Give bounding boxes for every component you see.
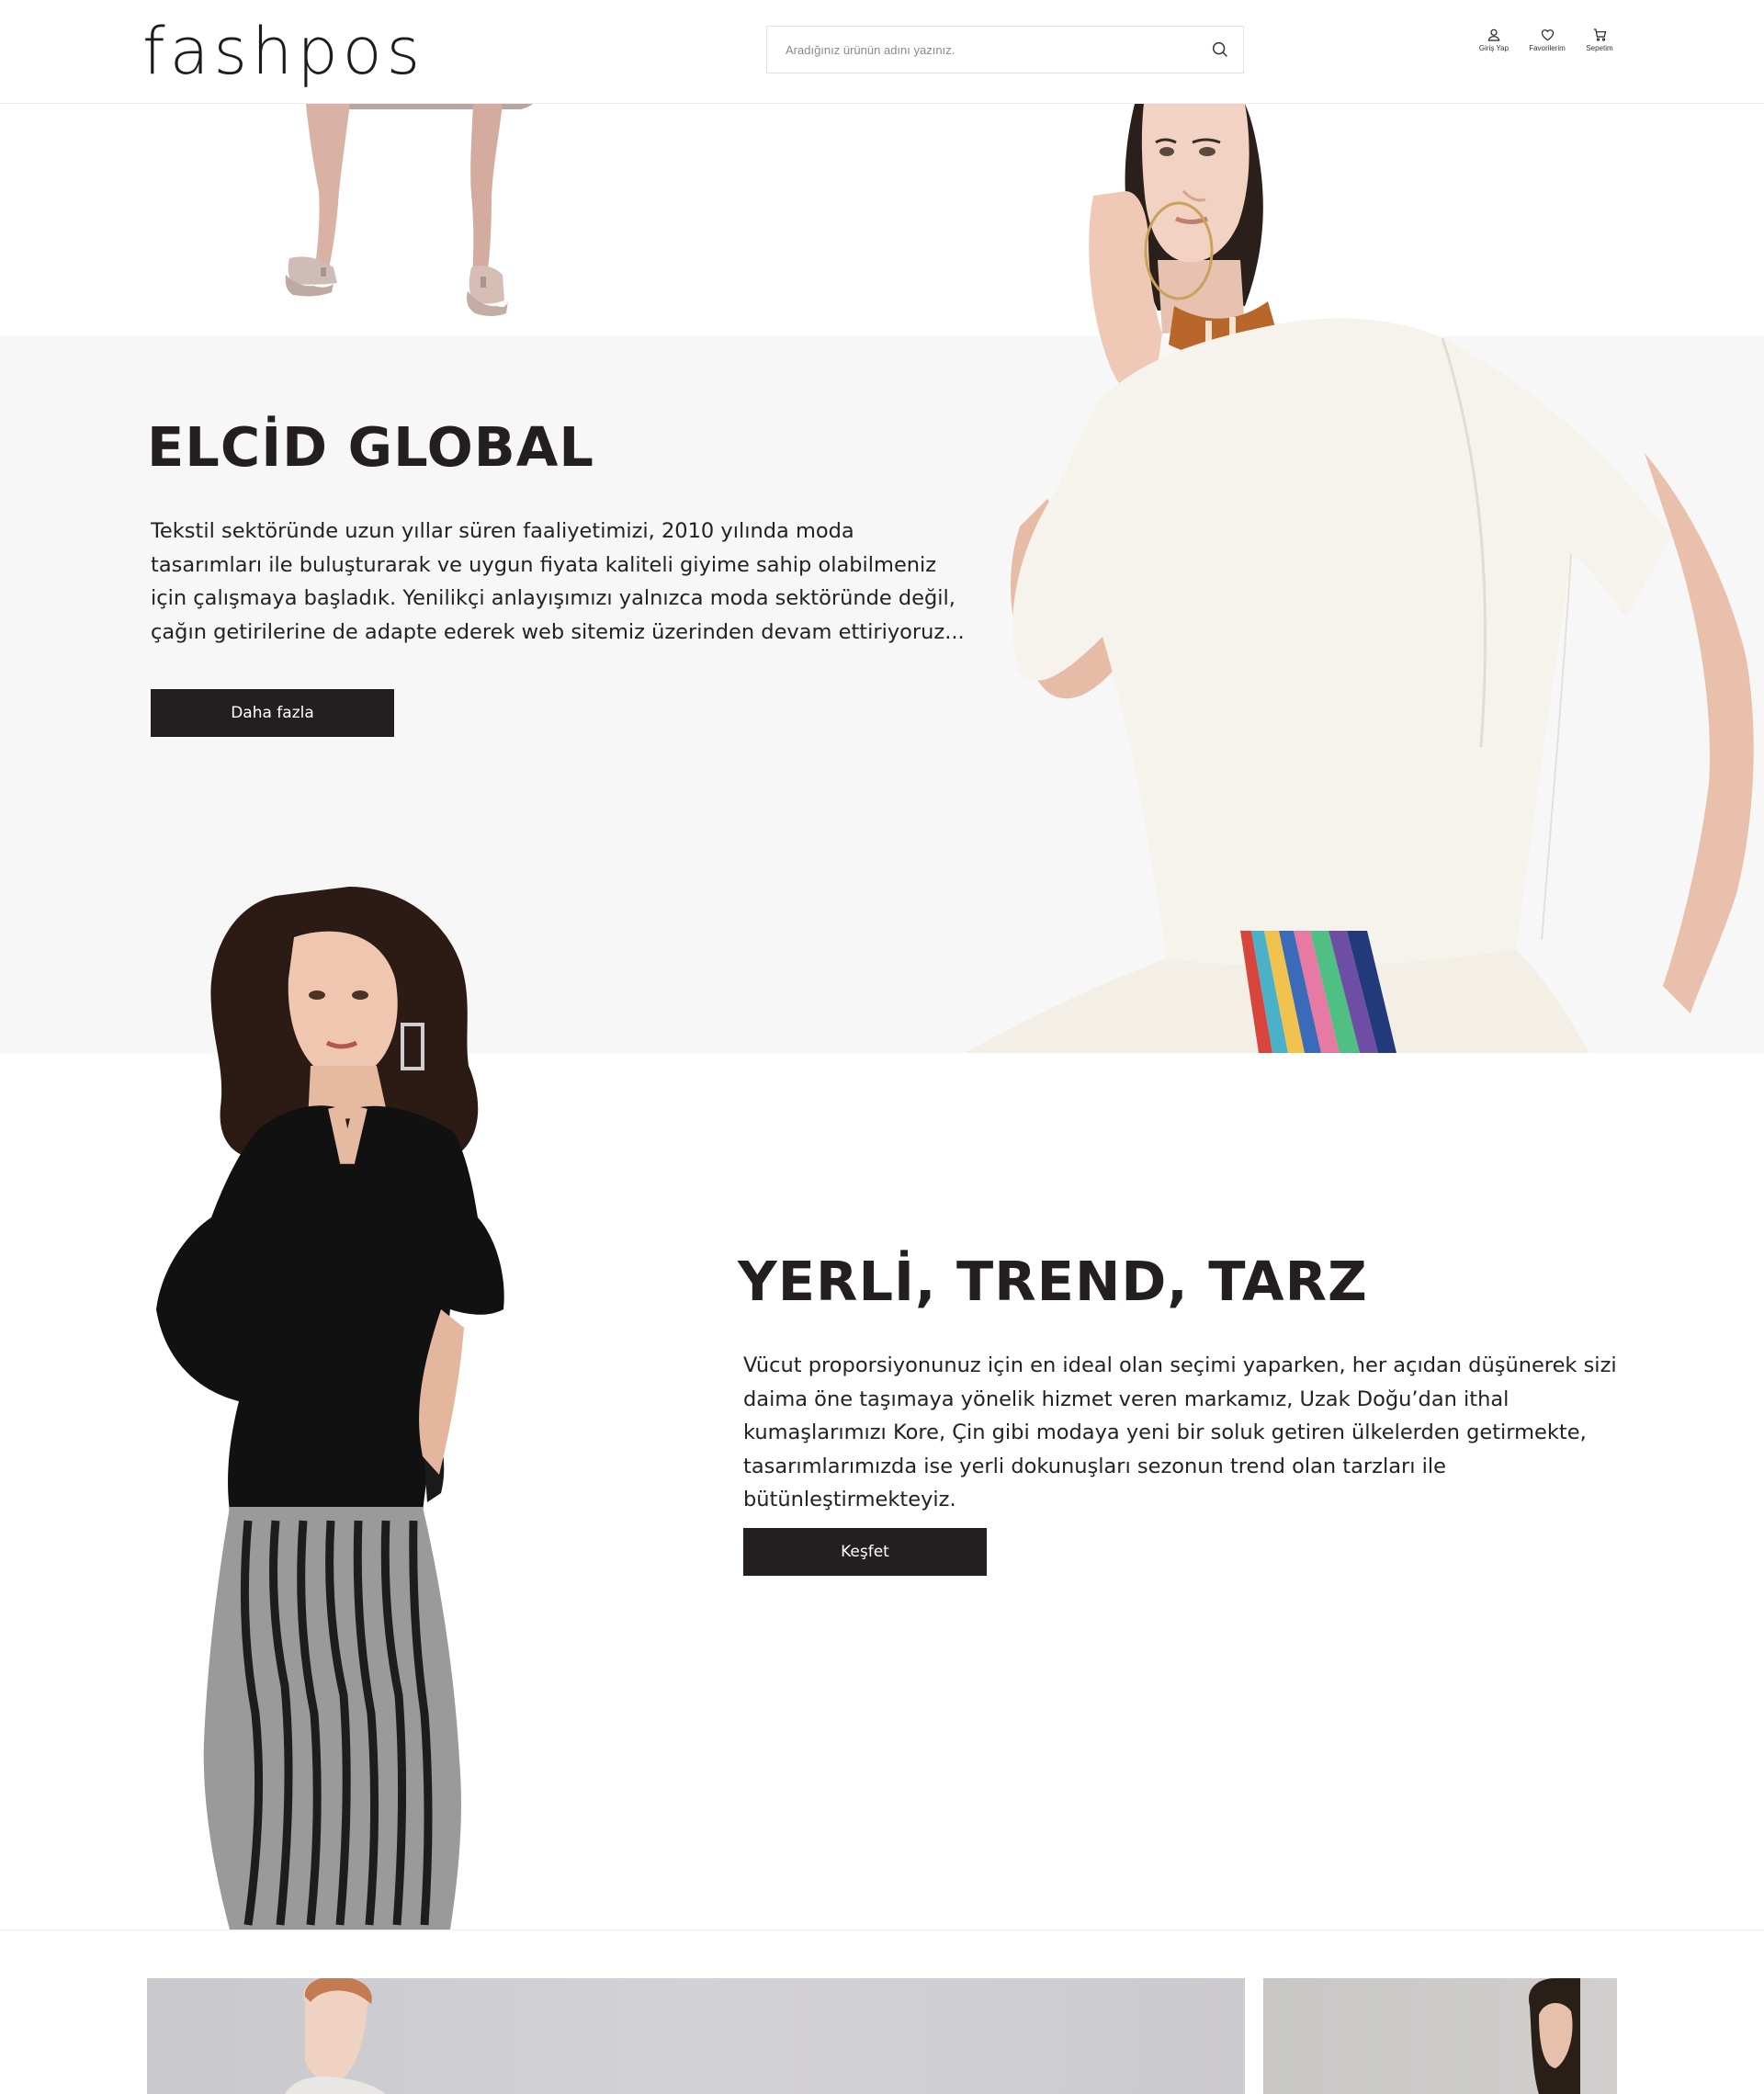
cart-button[interactable]: Sepetim (1572, 28, 1627, 52)
site-logo[interactable]: fashpos (142, 7, 424, 96)
model-legs-image (285, 104, 533, 316)
favorites-button[interactable]: Favorilerim (1520, 28, 1575, 52)
search-box (766, 26, 1244, 74)
site-header: fashpos Giriş Yap Favorilerim (0, 0, 1764, 104)
cart-label: Sepetim (1586, 44, 1613, 52)
login-button[interactable]: Giriş Yap (1466, 28, 1521, 52)
campaign-banner-left[interactable] (147, 1978, 1245, 2094)
search-input[interactable] (767, 27, 1199, 73)
model-white-top-image (965, 104, 1754, 1053)
cart-icon (1593, 28, 1606, 41)
banner-model-image-2 (1529, 1978, 1580, 2094)
banner-model-image (285, 1978, 386, 2094)
login-label: Giriş Yap (1478, 44, 1510, 52)
discover-button[interactable]: Keşfet (743, 1528, 987, 1576)
campaign-banner-right[interactable] (1263, 1978, 1617, 2094)
model-black-top-image (156, 887, 504, 1930)
favorites-label: Favorilerim (1529, 44, 1566, 52)
user-icon (1487, 28, 1500, 41)
heart-icon (1541, 29, 1554, 41)
trend-text: Vücut proporsiyonunuz için en ideal olan… (743, 1353, 1617, 1511)
more-button[interactable]: Daha fazla (151, 689, 394, 737)
search-icon[interactable] (1210, 40, 1230, 60)
trend-title: YERLİ, TREND, TARZ (738, 1250, 1368, 1313)
about-text: Tekstil sektöründe uzun yıllar süren faa… (151, 519, 965, 644)
page: fashpos Giriş Yap Favorilerim (0, 0, 1764, 2094)
about-title: ELCİD GLOBAL (147, 415, 594, 479)
